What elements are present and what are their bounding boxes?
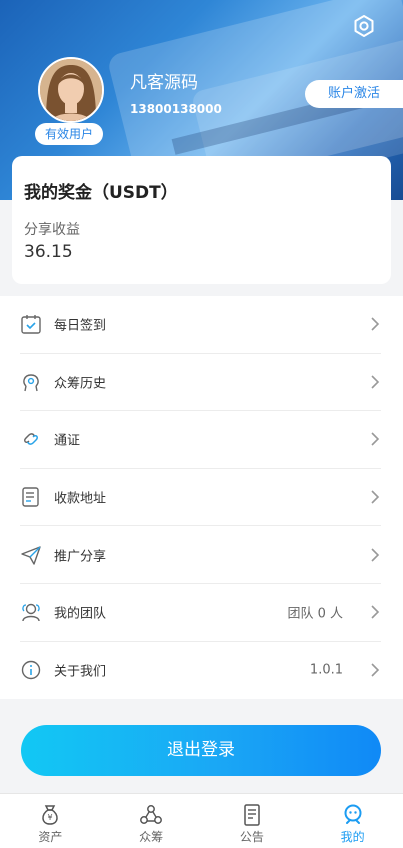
menu-item-label: 每日签到 (54, 318, 107, 334)
user-name: 凡客源码 (130, 73, 198, 93)
team-count-value: 团队 0 人 (287, 606, 343, 622)
menu-list: 每日签到 众筹历史 通证 收款地址 推广分享 我的团队 团队 0 人 关于我们 … (0, 296, 403, 700)
paper-plane-icon (21, 545, 41, 565)
menu-item-daily-checkin[interactable]: 每日签到 (20, 296, 381, 354)
version-value: 1.0.1 (309, 662, 343, 678)
tab-notice[interactable]: 公告 (202, 794, 303, 848)
user-phone: 13800138000 (130, 102, 222, 116)
tab-bar: ¥ 资产 众筹 公告 我的 (0, 793, 403, 848)
logout-button[interactable]: 退出登录 (21, 725, 381, 776)
menu-item-my-team[interactable]: 我的团队 团队 0 人 (20, 584, 381, 642)
share-earnings-label: 分享收益 (24, 222, 80, 238)
svg-text:¥: ¥ (48, 813, 53, 822)
tab-label: 我的 (340, 830, 365, 844)
chevron-right-icon (371, 548, 380, 562)
info-icon (21, 661, 41, 680)
menu-item-promote-share[interactable]: 推广分享 (20, 526, 381, 584)
chevron-right-icon (371, 432, 380, 447)
chevron-right-icon (371, 375, 380, 389)
menu-item-crowdfund-history[interactable]: 众筹历史 (20, 354, 381, 412)
tab-crowdfund[interactable]: 众筹 (101, 794, 202, 848)
share-earnings-value: 36.15 (24, 242, 73, 262)
calendar-check-icon (21, 315, 41, 334)
account-activate-button[interactable]: 账户激活 (305, 80, 403, 108)
menu-item-payment-address[interactable]: 收款地址 (20, 469, 381, 527)
chevron-right-icon (371, 490, 380, 504)
history-icon (23, 374, 39, 392)
reward-card: 我的奖金（USDT） 分享收益 36.15 (12, 156, 391, 284)
token-link-icon (24, 433, 38, 446)
team-icon (22, 604, 40, 622)
user-status-badge: 有效用户 (35, 123, 103, 145)
settings-icon[interactable] (352, 14, 376, 38)
profile-icon (344, 804, 362, 824)
menu-item-about-us[interactable]: 关于我们 1.0.1 (20, 642, 381, 700)
chevron-right-icon (371, 317, 380, 331)
tab-label: 公告 (239, 830, 264, 844)
menu-item-token[interactable]: 通证 (20, 411, 381, 469)
crowdfund-icon (140, 805, 163, 824)
address-doc-icon (22, 487, 39, 507)
money-bag-icon: ¥ (42, 805, 59, 825)
menu-item-label: 众筹历史 (54, 376, 107, 392)
tab-label: 资产 (38, 830, 63, 844)
menu-item-label: 收款地址 (54, 491, 107, 507)
menu-item-label: 推广分享 (54, 549, 107, 565)
avatar[interactable] (38, 57, 104, 123)
tab-label: 众筹 (139, 830, 164, 844)
chevron-right-icon (371, 663, 380, 677)
menu-item-label: 关于我们 (54, 664, 107, 680)
chevron-right-icon (371, 605, 380, 619)
reward-title: 我的奖金（USDT） (24, 183, 178, 203)
tab-mine[interactable]: 我的 (302, 794, 403, 848)
notice-icon (244, 804, 260, 826)
tab-assets[interactable]: ¥ 资产 (0, 794, 101, 848)
menu-item-label: 通证 (54, 433, 81, 449)
menu-item-label: 我的团队 (54, 606, 107, 622)
